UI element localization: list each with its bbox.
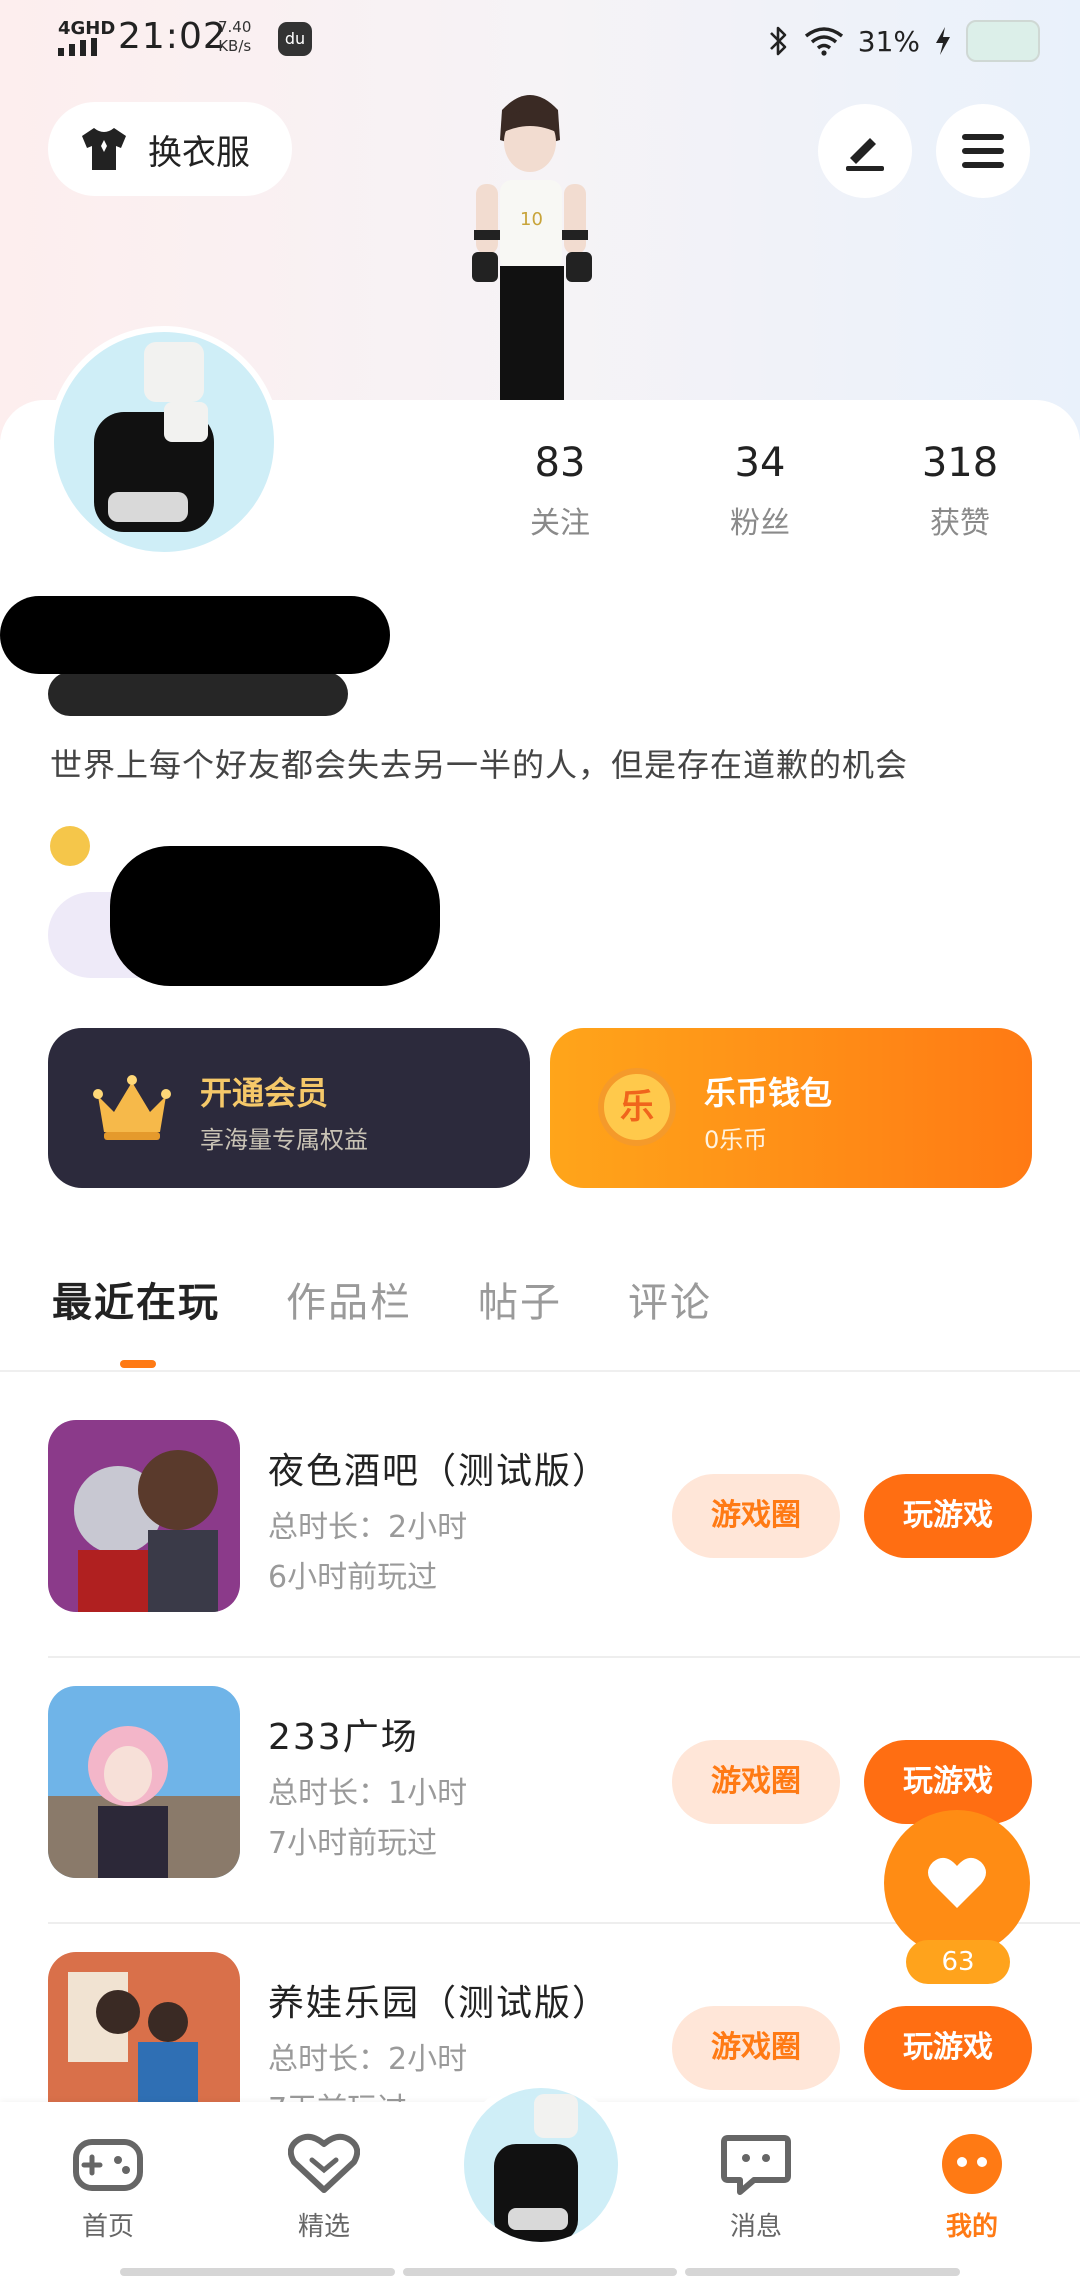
game-image	[48, 1686, 240, 1878]
game-duration: 总时长：2小时	[268, 1510, 468, 1545]
likes-count: 318	[921, 440, 999, 486]
hamburger-menu-icon	[962, 134, 1004, 168]
svg-text:10: 10	[520, 209, 543, 230]
redacted-user-id	[48, 672, 348, 716]
profile-avatar[interactable]	[48, 326, 280, 558]
wifi-icon	[804, 27, 843, 56]
tab-posts[interactable]: 帖子	[478, 1270, 562, 1328]
game-thumbnail[interactable]	[48, 1686, 240, 1878]
likes-label: 获赞	[930, 506, 990, 541]
edit-profile-button[interactable]	[818, 104, 912, 198]
nav-home-label: 首页	[81, 2212, 134, 2242]
nav-featured-label: 精选	[297, 2212, 350, 2242]
nav-featured[interactable]: 精选	[264, 2132, 384, 2243]
dress-up-label: 换衣服	[148, 132, 250, 173]
status-right: 31%	[768, 20, 1040, 62]
following-count: 83	[534, 440, 586, 486]
game-circle-button[interactable]: 游戏圈	[672, 1474, 840, 1558]
profile-dots-icon	[942, 2134, 1002, 2194]
home-indicator	[120, 2268, 961, 2276]
profile-bio: 世界上每个好友都会失去另一半的人，但是存在道歉的机会	[50, 746, 909, 784]
vip-title: 开通会员	[200, 1074, 329, 1112]
wallet-balance: 0乐币	[704, 1126, 768, 1154]
tab-comments[interactable]: 评论	[628, 1270, 712, 1328]
game-name: 233广场	[268, 1717, 419, 1758]
heart-chat-icon	[287, 2133, 361, 2193]
game-circle-button[interactable]: 游戏圈	[672, 2006, 840, 2090]
vip-subtitle: 享海量专属权益	[200, 1126, 368, 1154]
network-type: 4GHD	[58, 18, 116, 39]
vip-card[interactable]: 开通会员 享海量专属权益	[48, 1028, 530, 1188]
nav-avatar-button[interactable]	[456, 2080, 626, 2250]
crown-icon	[93, 1075, 171, 1140]
menu-button[interactable]	[936, 104, 1030, 198]
tab-works[interactable]: 作品栏	[286, 1270, 412, 1328]
nav-mine[interactable]: 我的	[912, 2132, 1032, 2243]
nav-messages-label: 消息	[729, 2212, 782, 2242]
game-image	[48, 1420, 240, 1612]
wallet-title: 乐币钱包	[704, 1074, 833, 1112]
message-icon	[721, 2135, 791, 2195]
profile-stats: 83 关注 34 粉丝 318 获赞	[480, 440, 1040, 542]
pen-icon	[846, 138, 884, 171]
app-notification-icon: du	[278, 22, 312, 56]
coin-icon: 乐	[598, 1068, 676, 1146]
fans-label: 粉丝	[730, 506, 790, 541]
tshirt-icon	[82, 128, 126, 170]
list-divider	[48, 1656, 1080, 1658]
avatar-character-figure[interactable]: 10	[440, 80, 620, 400]
like-button[interactable]	[884, 1810, 1030, 1956]
game-name: 养娃乐园（测试版）	[268, 1983, 611, 2024]
signal-icon	[58, 38, 97, 56]
tab-indicator	[120, 1360, 156, 1368]
likes-stat[interactable]: 318 获赞	[880, 440, 1040, 542]
game-name: 夜色酒吧（测试版）	[268, 1451, 611, 1492]
game-last-played: 7小时前玩过	[268, 1826, 438, 1861]
avatar-image	[94, 342, 214, 532]
nav-home[interactable]: 首页	[48, 2132, 168, 2243]
bottom-nav: 首页 精选 消息 我的	[0, 2080, 1080, 2280]
tab-recent[interactable]: 最近在玩	[52, 1270, 220, 1328]
profile-tabs: 最近在玩 作品栏 帖子 评论	[52, 1270, 712, 1328]
network-speed: 7.40 KB/s	[218, 18, 251, 56]
mini-avatar-icon	[966, 20, 1040, 62]
crying-emoji-icon	[50, 826, 90, 866]
game-circle-button[interactable]: 游戏圈	[672, 1740, 840, 1824]
fans-stat[interactable]: 34 粉丝	[680, 440, 840, 542]
fans-count: 34	[734, 440, 786, 486]
status-bar: 4GHD 21:02 7.40 KB/s du 31%	[0, 0, 1080, 80]
nav-messages[interactable]: 消息	[696, 2132, 816, 2243]
game-duration: 总时长：1小时	[268, 1776, 468, 1811]
game-last-played: 6小时前玩过	[268, 1560, 438, 1595]
following-label: 关注	[530, 506, 590, 541]
play-game-button[interactable]: 玩游戏	[864, 2006, 1032, 2090]
avatar-image	[494, 2094, 578, 2242]
wallet-card[interactable]: 乐 乐币钱包 0乐币	[550, 1028, 1032, 1188]
game-thumbnail[interactable]	[48, 1420, 240, 1612]
redacted-username	[0, 596, 390, 674]
gamepad-icon	[73, 2139, 143, 2191]
tab-divider	[0, 1370, 1080, 1372]
clock: 21:02	[118, 16, 227, 57]
like-count: 63	[906, 1940, 1010, 1984]
game-item[interactable]: 夜色酒吧（测试版） 总时长：2小时 6小时前玩过 游戏圈 玩游戏	[48, 1420, 1080, 1686]
nav-mine-label: 我的	[945, 2212, 998, 2242]
game-duration: 总时长：2小时	[268, 2042, 468, 2077]
charging-icon	[936, 27, 950, 55]
heart-icon	[928, 1857, 986, 1908]
dress-up-button[interactable]: 换衣服	[48, 102, 292, 196]
redacted-tags	[110, 846, 440, 986]
speed-unit: KB/s	[218, 37, 252, 55]
speed-value: 7.40	[218, 18, 252, 36]
following-stat[interactable]: 83 关注	[480, 440, 640, 542]
battery-percent: 31%	[857, 24, 920, 58]
play-game-button[interactable]: 玩游戏	[864, 1474, 1032, 1558]
bluetooth-icon	[769, 26, 787, 56]
